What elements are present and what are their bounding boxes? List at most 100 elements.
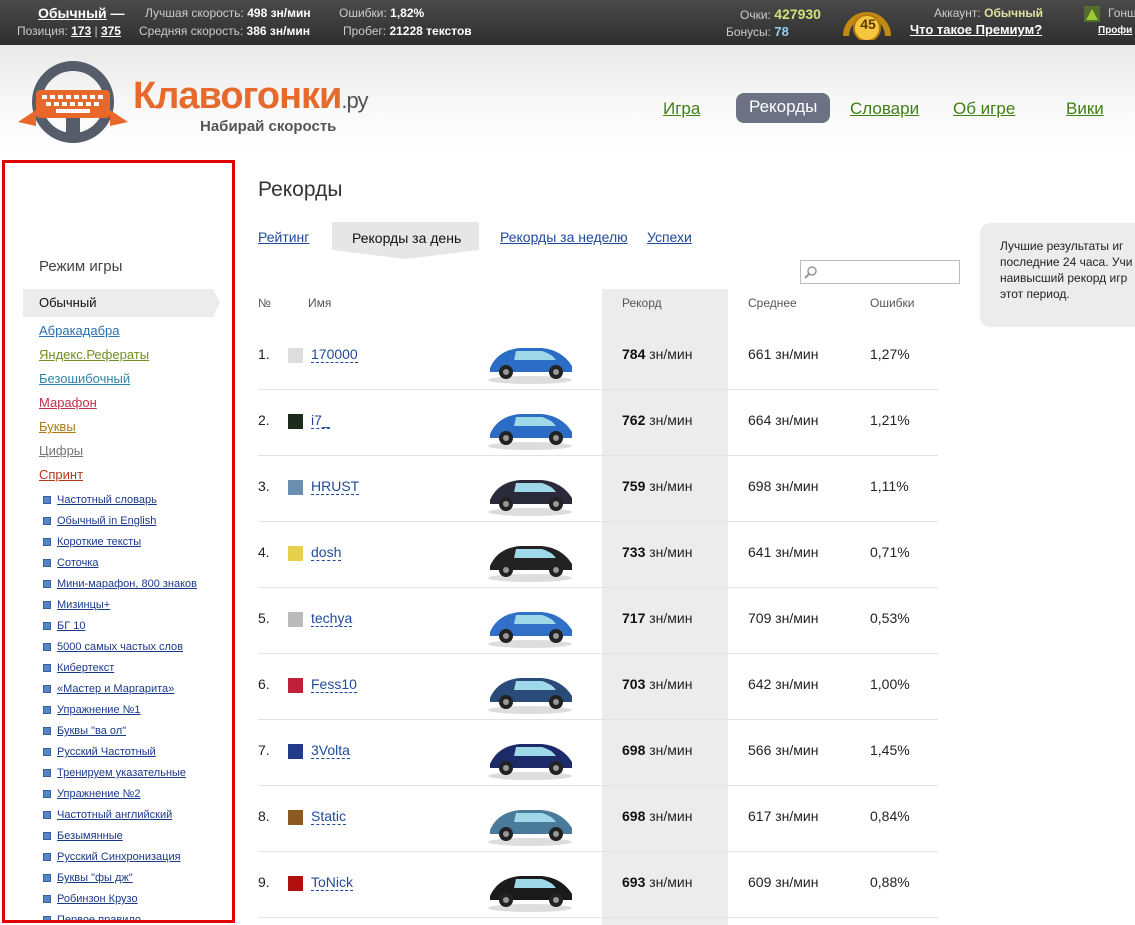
profile-link[interactable]: Профи	[1098, 25, 1132, 36]
user-avatar-icon[interactable]	[1084, 6, 1100, 22]
square-bullet-icon	[43, 853, 51, 861]
sidebar-sub-item[interactable]: Мизинцы+	[43, 599, 110, 611]
position-total-link[interactable]: 375	[101, 24, 121, 38]
sidebar-sub-item[interactable]: Первое правило	[43, 914, 141, 920]
nav-wiki[interactable]: Вики	[1066, 99, 1104, 119]
car-icon	[488, 546, 572, 582]
sidebar-sub-item[interactable]: Безымянные	[43, 830, 123, 842]
square-bullet-icon	[43, 559, 51, 567]
player-avatar-icon[interactable]	[288, 810, 303, 825]
sidebar-sub-item[interactable]: Обычный in English	[43, 515, 156, 527]
sidebar-mode-item[interactable]: Спринт	[39, 467, 83, 482]
avg-speed: Средняя скорость: 386 зн/мин	[139, 24, 310, 38]
sidebar-sub-item[interactable]: Буквы "ва ол"	[43, 725, 126, 737]
player-name-link[interactable]: dosh	[311, 544, 342, 561]
table-row: 4. dosh 733 зн/мин 641 зн/мин 0,71%	[258, 522, 938, 588]
row-rank: 7.	[258, 742, 270, 758]
sidebar-sub-item[interactable]: Частотный английский	[43, 809, 172, 821]
avg-value: 664 зн/мин	[748, 412, 819, 428]
player-name-link[interactable]: techya	[311, 610, 353, 627]
table-row: 5. techya 717 зн/мин 709 зн/мин 0,53%	[258, 588, 938, 654]
player-avatar-icon[interactable]	[288, 876, 303, 891]
player-avatar-icon[interactable]	[288, 612, 303, 627]
tab-achievements[interactable]: Успехи	[647, 229, 692, 245]
player-avatar-icon[interactable]	[288, 480, 303, 495]
player-name-link[interactable]: HRUST	[311, 478, 360, 495]
square-bullet-icon	[43, 538, 51, 546]
errors-value: 0,84%	[870, 808, 910, 824]
search-input[interactable]	[800, 260, 960, 284]
errors-value: 1,45%	[870, 742, 910, 758]
sidebar-sub-item[interactable]: Упражнение №2	[43, 788, 141, 800]
player-avatar-icon[interactable]	[288, 744, 303, 759]
sidebar-sub-item[interactable]: Робинзон Крузо	[43, 893, 138, 905]
record-value: 784 зн/мин	[622, 346, 693, 362]
sidebar-mode-item[interactable]: Абракадабра	[39, 323, 120, 338]
sidebar-mode-item[interactable]: Марафон	[39, 395, 97, 410]
square-bullet-icon	[43, 832, 51, 840]
sidebar-mode-item[interactable]: Буквы	[39, 419, 76, 434]
steering-wheel-logo-icon[interactable]	[18, 60, 128, 144]
sidebar-sub-item[interactable]: «Мастер и Маргарита»	[43, 683, 174, 695]
player-name-link[interactable]: i7_	[311, 412, 330, 429]
tab-records-day[interactable]: Рекорды за день	[332, 222, 479, 259]
sidebar-sub-item[interactable]: Упражнение №1	[43, 704, 141, 716]
sidebar-sub-item[interactable]: Русский Синхронизация	[43, 851, 181, 863]
col-header-name: Имя	[308, 296, 332, 310]
square-bullet-icon	[43, 811, 51, 819]
tab-records-week[interactable]: Рекорды за неделю	[500, 229, 628, 245]
sidebar-mode-item[interactable]: Безошибочный	[39, 371, 130, 386]
tab-rating[interactable]: Рейтинг	[258, 229, 309, 245]
nav-dictionaries[interactable]: Словари	[850, 99, 919, 119]
errors-stat: Ошибки: 1,82%	[339, 6, 425, 20]
square-bullet-icon	[43, 664, 51, 672]
game-mode-sidebar: Режим игры Обычный Абракадабра Яндекс.Реф…	[2, 160, 235, 923]
sidebar-sub-item[interactable]: БГ 10	[43, 620, 85, 632]
player-name-link[interactable]: 170000	[311, 346, 358, 363]
record-value: 717 зн/мин	[622, 610, 693, 626]
player-avatar-icon[interactable]	[288, 546, 303, 561]
username-short[interactable]: Гонщ	[1108, 6, 1135, 20]
bonus-stat: Бонусы: 78	[726, 24, 789, 39]
sidebar-mode-item[interactable]: Яндекс.Рефераты	[39, 347, 149, 362]
sidebar-sub-item[interactable]: Тренируем указательные	[43, 767, 186, 779]
col-header-errors: Ошибки	[870, 296, 915, 310]
player-avatar-icon[interactable]	[288, 678, 303, 693]
sidebar-sub-item[interactable]: Русский Частотный	[43, 746, 156, 758]
square-bullet-icon	[43, 496, 51, 504]
record-value: 693 зн/мин	[622, 874, 693, 890]
sidebar-sub-item[interactable]: Буквы "фы дж"	[43, 872, 133, 884]
sidebar-sub-item[interactable]: Частотный словарь	[43, 494, 157, 506]
square-bullet-icon	[43, 874, 51, 882]
premium-link[interactable]: Что такое Премиум?	[910, 22, 1042, 37]
nav-about[interactable]: Об игре	[953, 99, 1015, 119]
sidebar-sub-item[interactable]: Мини-марафон, 800 знаков	[43, 578, 197, 590]
account-type: Аккаунт: Обычный	[934, 6, 1043, 20]
nav-game[interactable]: Игра	[663, 99, 700, 119]
avg-value: 566 зн/мин	[748, 742, 819, 758]
site-brand[interactable]: Клавогонки.ру	[133, 75, 369, 118]
square-bullet-icon	[43, 706, 51, 714]
car-icon	[488, 876, 572, 912]
col-header-avg: Среднее	[748, 296, 797, 310]
player-name-link[interactable]: ToNick	[311, 874, 354, 891]
sidebar-sub-item[interactable]: 5000 самых частых слов	[43, 641, 183, 653]
player-avatar-icon[interactable]	[288, 348, 303, 363]
position-info: Позиция: 173 | 375	[17, 24, 121, 38]
sidebar-sub-item[interactable]: Короткие тексты	[43, 536, 141, 548]
player-avatar-icon[interactable]	[288, 414, 303, 429]
position-link[interactable]: 173	[71, 24, 91, 38]
sidebar-item-active[interactable]: Обычный	[23, 289, 220, 317]
sidebar-sub-item[interactable]: Кибертекст	[43, 662, 114, 674]
player-name-link[interactable]: Static	[311, 808, 347, 825]
player-name-link[interactable]: 3Volta	[311, 742, 350, 759]
sidebar-sub-item[interactable]: Соточка	[43, 557, 99, 569]
table-row: 1. 170000 784 зн/мин 661 зн/мин 1,27%	[258, 324, 938, 390]
table-row: 2. i7_ 762 зн/мин 664 зн/мин 1,21%	[258, 390, 938, 456]
search-icon	[804, 266, 817, 279]
car-icon	[488, 612, 572, 648]
square-bullet-icon	[43, 622, 51, 630]
sidebar-mode-item[interactable]: Цифры	[39, 443, 83, 458]
nav-records[interactable]: Рекорды	[736, 93, 831, 123]
player-name-link[interactable]: Fess10	[311, 676, 357, 693]
